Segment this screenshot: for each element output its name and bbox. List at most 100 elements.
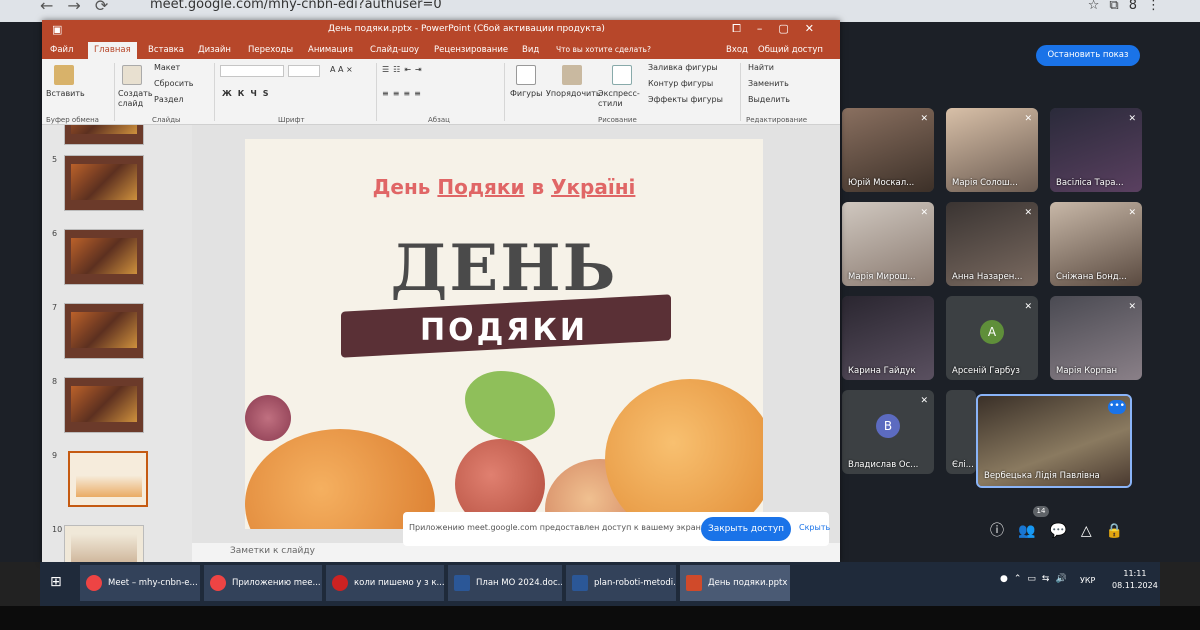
taskbar-clock[interactable]: 11:11 08.11.2024	[1112, 568, 1158, 592]
more-options-icon[interactable]: •••	[1108, 400, 1126, 414]
layout-button[interactable]: Макет	[154, 63, 180, 72]
participant-tile[interactable]: Карина Гайдук	[842, 296, 934, 380]
font-size-icons[interactable]: A A ⨯	[330, 65, 353, 74]
slide-title[interactable]: День Подяки в Україні	[245, 175, 763, 199]
group-divider	[214, 63, 215, 121]
info-icon[interactable]: ⓘ	[990, 523, 1018, 539]
current-slide[interactable]: День Подяки в Україні ДЕНЬ ПОДЯКИ	[245, 139, 763, 529]
participant-tile[interactable]: ✕ Марія Солош...	[946, 108, 1038, 192]
section-button[interactable]: Раздел	[154, 95, 184, 104]
tab-review[interactable]: Рецензирование	[434, 45, 508, 55]
shapes-button[interactable]: Фигуры	[510, 89, 542, 98]
chat-icon[interactable]: 💬	[1049, 523, 1080, 539]
slide-thumbnail[interactable]	[64, 229, 144, 285]
participant-tile[interactable]: ✕ Марія Корпан	[1050, 296, 1142, 380]
tell-me-search[interactable]: Что вы хотите сделать?	[556, 45, 651, 54]
share-button[interactable]: Общий доступ	[758, 45, 823, 55]
save-icon[interactable]: ▣	[52, 23, 62, 36]
powerpoint-icon	[686, 575, 702, 591]
slide-thumbnail[interactable]	[64, 125, 144, 145]
hide-notification-link[interactable]: Скрыть	[799, 523, 830, 532]
slide-title-word: Україні	[551, 175, 636, 199]
participant-tile[interactable]: ✕ Сніжана Бонд...	[1050, 202, 1142, 286]
taskbar-item-word-plan[interactable]: План МО 2024.doc...	[448, 565, 562, 601]
font-format-icons[interactable]: ЖКЧS	[222, 89, 275, 98]
tab-file[interactable]: Файл	[50, 45, 73, 55]
participant-name: Анна Назарен...	[952, 272, 1023, 282]
tab-home[interactable]: Главная	[88, 42, 137, 59]
participant-name: Марія Корпан	[1056, 366, 1118, 376]
host-controls-icon[interactable]: 🔒	[1106, 523, 1137, 539]
taskbar-item-powerpoint[interactable]: День подяки.pptx ...	[680, 565, 790, 601]
leaf-illustration	[465, 371, 555, 441]
stop-sharing-button[interactable]: Закрыть доступ	[701, 517, 791, 541]
mic-off-icon: ✕	[1128, 208, 1136, 218]
tab-slideshow[interactable]: Слайд-шоу	[370, 45, 419, 55]
taskbar-item-word-methodic[interactable]: plan-roboti-metodi...	[566, 565, 676, 601]
slide-thumbnail-selected[interactable]	[68, 451, 148, 507]
font-name-select[interactable]	[220, 65, 284, 77]
browser-nav-icons[interactable]: ←→⟳	[40, 0, 122, 15]
keyboard-language[interactable]: УКР	[1080, 576, 1095, 585]
address-bar[interactable]: meet.google.com/mhy-cnbn-edi?authuser=0	[150, 0, 442, 12]
arrange-icon[interactable]	[562, 65, 582, 85]
shape-effects-button[interactable]: Эффекты фигуры	[648, 95, 723, 104]
slide-image-thanks-word: ПОДЯКИ	[419, 313, 589, 348]
signin-link[interactable]: Вход	[726, 45, 748, 55]
reset-button[interactable]: Сбросить	[154, 79, 193, 88]
new-slide-icon[interactable]	[122, 65, 142, 85]
slide-thumbnail[interactable]	[64, 303, 144, 359]
new-slide-button[interactable]: Создать слайд	[118, 89, 153, 109]
participant-tile[interactable]: ✕ В Владислав Ос...	[842, 390, 934, 474]
taskbar-item-label: коли пишемо у з к...	[354, 578, 444, 588]
align-icons[interactable]: ≡≡≡≡	[382, 89, 425, 98]
tab-animation[interactable]: Анимация	[308, 45, 353, 55]
browser-toolbar-icons[interactable]: ☆⧉8⋮	[1088, 0, 1170, 13]
tab-insert[interactable]: Вставка	[148, 45, 184, 55]
activities-icon[interactable]: △	[1081, 523, 1106, 539]
paste-icon[interactable]	[54, 65, 74, 85]
tab-design[interactable]: Дизайн	[198, 45, 231, 55]
participant-tile[interactable]: Єлі...	[946, 390, 976, 474]
profile-avatar[interactable]: 8	[1129, 0, 1147, 13]
participant-tile[interactable]: ✕ Васіліса Тара...	[1050, 108, 1142, 192]
find-button[interactable]: Найти	[748, 63, 774, 72]
drawing-group-label: Рисование	[598, 116, 637, 124]
shape-fill-button[interactable]: Заливка фигуры	[648, 63, 718, 72]
slide-thumbnail[interactable]	[64, 525, 144, 562]
shape-outline-button[interactable]: Контур фигуры	[648, 79, 713, 88]
participant-tile[interactable]: ✕ Анна Назарен...	[946, 202, 1038, 286]
slide-title-word: в	[531, 175, 545, 199]
font-size-select[interactable]	[288, 65, 320, 77]
select-button[interactable]: Выделить	[748, 95, 790, 104]
taskbar-item-chrome-share[interactable]: Приложению mee...	[204, 565, 322, 601]
opera-icon	[332, 575, 348, 591]
screen-share-notification: Приложению meet.google.com предоставлен …	[403, 512, 830, 546]
replace-button[interactable]: Заменить	[748, 79, 789, 88]
participant-tile[interactable]: ✕ А Арсеній Гарбуз	[946, 296, 1038, 380]
chrome-icon	[86, 575, 102, 591]
slide-thumbnail[interactable]	[64, 377, 144, 433]
list-icons[interactable]: ☰☷⇤⇥	[382, 65, 426, 74]
participant-name: Сніжана Бонд...	[1056, 272, 1127, 282]
quick-styles-button[interactable]: Экспресс-стили	[598, 89, 642, 109]
stop-presenting-button[interactable]: Остановить показ	[1036, 45, 1140, 66]
window-controls[interactable]: ⧠–▢✕	[732, 22, 830, 36]
taskbar-item-opera[interactable]: коли пишемо у з к...	[326, 565, 444, 601]
quick-styles-icon[interactable]	[612, 65, 632, 85]
slide-thumbnails-pane: 5 6 7 8 9 10	[42, 125, 192, 562]
participant-tile[interactable]: ✕ Юрій Москал...	[842, 108, 934, 192]
paste-button[interactable]: Вставить	[46, 89, 85, 98]
group-divider	[376, 63, 377, 121]
tab-transitions[interactable]: Переходы	[248, 45, 293, 55]
windows-start-icon[interactable]: ⊞	[50, 574, 62, 590]
tab-view[interactable]: Вид	[522, 45, 539, 55]
slide-thumbnail[interactable]	[64, 155, 144, 211]
people-icon[interactable]: 👥	[1018, 523, 1049, 539]
taskbar-item-chrome-meet[interactable]: Meet – mhy-cnbn-e...	[80, 565, 200, 601]
self-view-tile[interactable]: ••• Вербецька Лідія Павлівна	[976, 394, 1132, 488]
system-tray-icons[interactable]: ●⌃▭⇆🔊	[1000, 574, 1073, 584]
participant-tile[interactable]: ✕ Марія Мирош...	[842, 202, 934, 286]
arrange-button[interactable]: Упорядочить	[546, 89, 601, 98]
shapes-icon[interactable]	[516, 65, 536, 85]
